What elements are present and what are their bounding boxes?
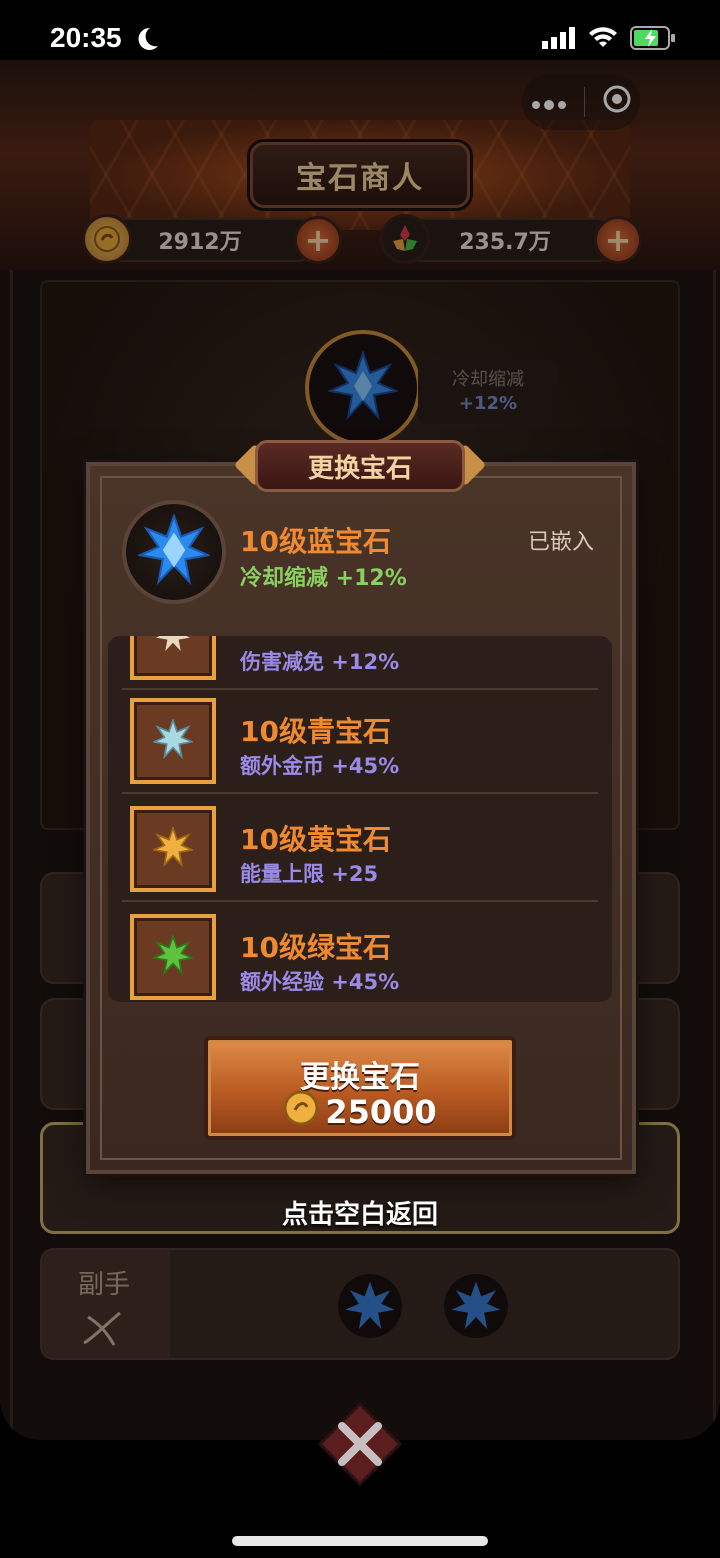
green-gem-icon [151,933,195,979]
gem-name: 10级绿宝石 [240,931,391,964]
gem-list[interactable]: 伤害减免 +12% 10级青宝石 额外金币 +45% 10级黄宝石 能量上限 +… [108,636,612,1002]
equipped-badge: 已嵌入 [528,530,595,555]
gem-frame [130,698,216,784]
status-time: 20:35 [50,22,122,53]
blue-gem-icon [136,512,212,590]
gem-frame [130,806,216,892]
gem-effect: 额外金币 +45% [240,754,400,778]
gem-frame [130,914,216,1000]
gem-effect: 额外经验 +45% [240,970,400,994]
list-item[interactable]: 10级黄宝石 能量上限 +25 [122,798,598,902]
gem-name: 10级黄宝石 [240,823,391,856]
close-icon[interactable] [317,1401,403,1487]
gem-effect: 能量上限 +25 [240,862,379,886]
replace-gem-price[interactable]: 25000 [325,1093,436,1131]
gem-frame [130,636,216,680]
tap-to-dismiss-hint: 点击空白返回 [281,1200,438,1230]
list-item[interactable]: 伤害减免 +12% [122,636,598,690]
list-item[interactable]: 10级绿宝石 额外经验 +45% [122,906,598,1002]
current-gem-name: 10级蓝宝石 [240,525,391,558]
gem-effect: 伤害减免 +12% [240,650,400,674]
gem-name: 10级青宝石 [240,715,391,748]
wifi-icon [588,27,618,53]
current-gem [122,500,226,604]
home-indicator[interactable] [232,1536,488,1546]
status-icons [542,26,676,54]
gold-coin-icon [283,1090,319,1134]
yellow-gem-icon [151,825,195,871]
replace-gem-price-row[interactable]: 25000 [208,1090,512,1134]
battery-icon [630,26,676,54]
status-bar: 20:35 [0,0,720,80]
list-item[interactable]: 10级青宝石 额外金币 +45% [122,690,598,794]
modal-title: 更换宝石 [255,440,465,492]
cyan-gem-icon [151,717,195,763]
current-gem-effect: 冷却缩减 +12% [240,566,407,591]
white-gem-icon [155,636,191,657]
replace-gem-button[interactable]: 更换宝石 25000 [204,1036,516,1140]
moon-icon [136,26,160,56]
signal-icon [542,27,576,53]
